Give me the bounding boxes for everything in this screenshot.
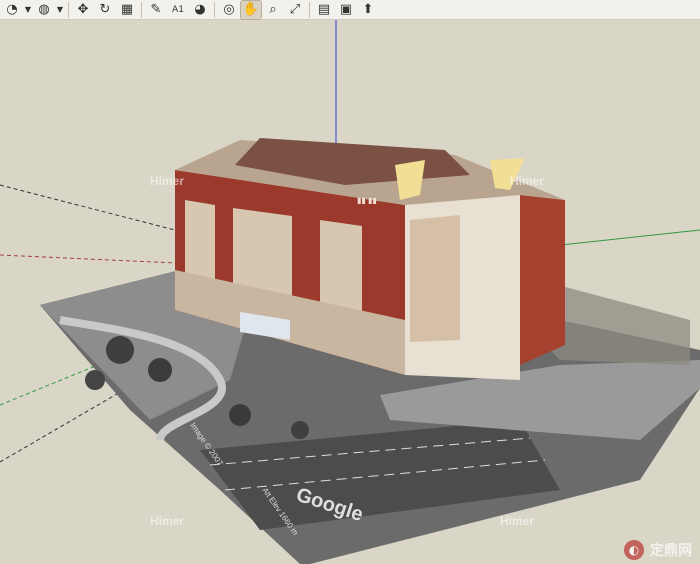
offset-dropdown[interactable]: ▼ — [56, 1, 64, 19]
toolbar-separator — [141, 1, 142, 18]
toolbar-separator — [68, 1, 69, 18]
get-models-icon[interactable]: ⬆ — [358, 1, 378, 19]
model-viewport[interactable]: ▮▮ ▮▮ Himer Himer Himer Himer Google Ima… — [0, 20, 700, 564]
orbit-icon[interactable]: ◎ — [219, 1, 239, 19]
building-facade-right — [520, 195, 565, 365]
watermark-text: Himer — [500, 514, 534, 528]
arc-icon[interactable]: ◔ — [2, 1, 22, 19]
rotate-icon[interactable]: ↻ — [95, 1, 115, 19]
paint-bucket-icon[interactable]: ◕ — [190, 1, 210, 19]
pan-icon[interactable]: ✋ — [240, 0, 262, 20]
toolbar-separator — [309, 1, 310, 18]
site-logo-icon: ◐ — [624, 540, 644, 560]
map-tree — [229, 404, 251, 426]
window-bay — [185, 200, 215, 285]
map-tree — [106, 336, 134, 364]
watermark-text: Himer — [150, 514, 184, 528]
toolbar: ◔ ▼ ◍ ▼ ✥ ↻ ▦ ✎ A1 ◕ ◎ ✋ ⌕ ⤢ ▤ ▣ ⬆ — [0, 0, 700, 20]
map-tree — [291, 421, 309, 439]
site-watermark: ◐ 定鼎网 — [624, 540, 692, 560]
components-icon[interactable]: ▤ — [314, 1, 334, 19]
toolbar-separator — [214, 1, 215, 18]
facade-sign: ▮▮ ▮▮ — [357, 196, 377, 205]
watermark-text: Himer — [510, 174, 544, 188]
zoom-icon[interactable]: ⌕ — [263, 1, 283, 19]
arc-dropdown[interactable]: ▼ — [24, 1, 32, 19]
text-icon[interactable]: A1 — [168, 1, 188, 19]
tape-measure-icon[interactable]: ✎ — [146, 1, 166, 19]
move-icon[interactable]: ✥ — [73, 1, 93, 19]
offset-icon[interactable]: ◍ — [34, 1, 54, 19]
push-pull-icon[interactable]: ▦ — [117, 1, 137, 19]
zoom-extents-icon[interactable]: ⤢ — [285, 1, 305, 19]
map-tree — [148, 358, 172, 382]
site-logo-text: 定鼎网 — [650, 543, 692, 559]
map-tree — [85, 370, 105, 390]
materials-icon[interactable]: ▣ — [336, 1, 356, 19]
tower-windows — [410, 215, 460, 342]
watermark-text: Himer — [150, 174, 184, 188]
scene: ▮▮ ▮▮ Himer Himer Himer Himer Google Ima… — [0, 20, 700, 564]
